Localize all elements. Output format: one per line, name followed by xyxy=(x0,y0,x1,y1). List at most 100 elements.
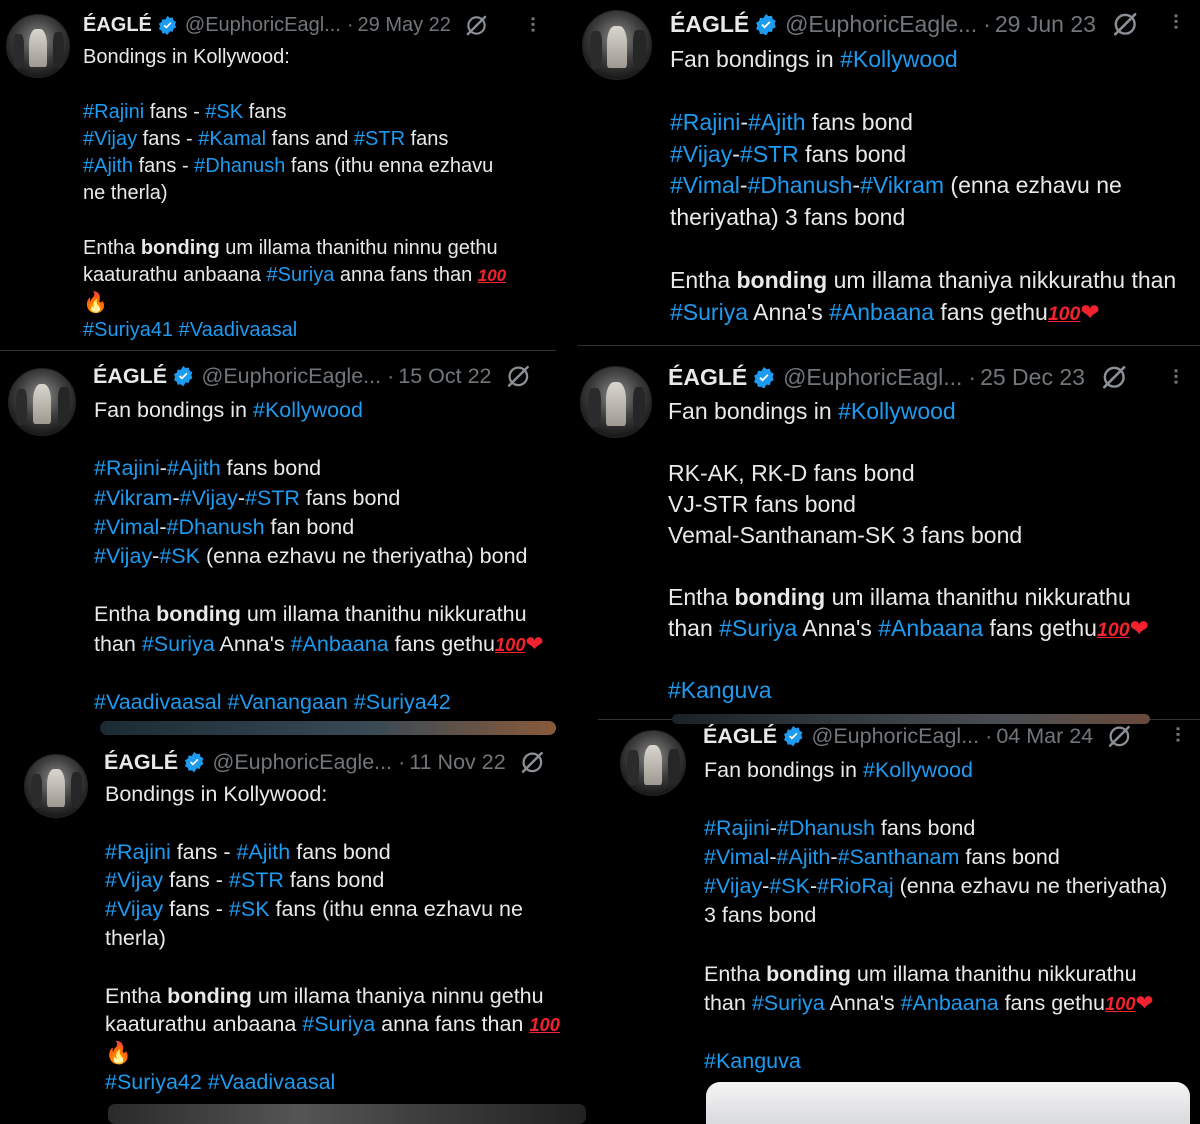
more-dots-icon[interactable]: ··· xyxy=(1164,368,1186,385)
hashtag-link[interactable]: #Vimal xyxy=(94,515,159,539)
hashtag-link[interactable]: #Kollywood xyxy=(840,46,958,72)
hashtag-link[interactable]: #Dhanush xyxy=(748,172,853,198)
hashtag-link[interactable]: #STR xyxy=(740,141,799,167)
hashtag-link[interactable]: #Vijay xyxy=(83,128,137,150)
tweet-card[interactable]: ÉAGLÉ @EuphoricEagl... · 25 Dec 23 ··· Fan bo… xyxy=(578,346,1200,720)
hashtag-link[interactable]: #Anbaana xyxy=(901,991,999,1015)
hashtag-link[interactable]: #Kanguva xyxy=(704,1049,801,1073)
more-dots-icon[interactable]: ··· xyxy=(1164,13,1186,30)
tweet-card[interactable]: ÉAGLÉ @EuphoricEagle... · 29 Jun 23 ··· Fan b… xyxy=(578,0,1200,346)
tweet-date[interactable]: 29 Jun 23 xyxy=(995,11,1096,38)
hashtag-link[interactable]: #Vijay xyxy=(105,897,163,921)
tweet-date[interactable]: 04 Mar 24 xyxy=(996,724,1093,749)
hashtag-link[interactable]: #Dhanush xyxy=(777,816,875,840)
display-name[interactable]: ÉAGLÉ xyxy=(83,14,152,37)
grok-icon[interactable] xyxy=(520,750,545,775)
hashtag-link[interactable]: #Vijay xyxy=(105,868,163,892)
tweet-card[interactable]: ÉAGLÉ @EuphoricEagle... · 15 Oct 22 Fan bond… xyxy=(0,352,556,730)
hashtag-link[interactable]: #Rajini xyxy=(704,816,770,840)
hashtag-link[interactable]: #Suriya41 xyxy=(83,319,173,341)
hashtag-link[interactable]: #Dhanush xyxy=(167,515,265,539)
hashtag-link[interactable]: #Ajith xyxy=(83,155,133,177)
tweet-card[interactable]: ÉAGLÉ @EuphoricEagl... · 04 Mar 24 ··· Fan bo… xyxy=(598,720,1200,1124)
hashtag-link[interactable]: #Kollywood xyxy=(863,758,973,782)
display-name[interactable]: ÉAGLÉ xyxy=(104,750,178,775)
hashtag-link[interactable]: #Vaadivaasal xyxy=(179,319,298,341)
hashtag-link[interactable]: #Vimal xyxy=(704,845,769,869)
hashtag-link[interactable]: #Suriya xyxy=(719,615,797,641)
hashtag-link[interactable]: #Kamal xyxy=(198,128,266,150)
avatar[interactable] xyxy=(620,730,686,796)
hashtag-link[interactable]: #Dhanush xyxy=(194,155,285,177)
user-handle[interactable]: @EuphoricEagl... xyxy=(812,724,980,749)
hashtag-link[interactable]: #Suriya xyxy=(670,299,748,325)
hashtag-link[interactable]: #Kollywood xyxy=(253,398,363,422)
display-name[interactable]: ÉAGLÉ xyxy=(668,364,747,391)
media-preview[interactable] xyxy=(672,714,1150,724)
hashtag-link[interactable]: #Vaadivaasal xyxy=(94,690,222,714)
hashtag-link[interactable]: #SK xyxy=(769,874,810,898)
grok-icon[interactable] xyxy=(1112,11,1138,37)
display-name[interactable]: ÉAGLÉ xyxy=(670,11,749,38)
hashtag-link[interactable]: #Santhanam xyxy=(837,845,959,869)
avatar[interactable] xyxy=(6,14,70,78)
hashtag-link[interactable]: #Vijay xyxy=(94,544,152,568)
hashtag-link[interactable]: #Vikram xyxy=(94,486,172,510)
hashtag-link[interactable]: #Vijay xyxy=(180,486,238,510)
hashtag-link[interactable]: #STR xyxy=(229,868,284,892)
hashtag-link[interactable]: #Vikram xyxy=(860,172,944,198)
grok-icon[interactable] xyxy=(1107,724,1132,749)
hashtag-link[interactable]: #Anbaana xyxy=(878,615,983,641)
hashtag-link[interactable]: #Vijay xyxy=(704,874,762,898)
display-name[interactable]: ÉAGLÉ xyxy=(703,724,777,749)
avatar[interactable] xyxy=(8,368,76,436)
more-dots-icon[interactable]: ··· xyxy=(521,16,543,33)
hashtag-link[interactable]: #Ajith xyxy=(167,456,221,480)
avatar[interactable] xyxy=(580,366,652,438)
avatar[interactable] xyxy=(24,754,88,818)
hashtag-link[interactable]: #SK xyxy=(159,544,200,568)
hashtag-link[interactable]: #Rajini xyxy=(83,101,144,123)
hashtag-link[interactable]: #Vimal xyxy=(670,172,740,198)
hashtag-link[interactable]: #Suriya xyxy=(267,264,335,286)
tweet-card[interactable]: ÉAGLÉ @EuphoricEagl... · 29 May 22 ··· Bondin… xyxy=(0,0,556,352)
hashtag-link[interactable]: #SK xyxy=(229,897,270,921)
hashtag-link[interactable]: #Kollywood xyxy=(838,398,956,424)
hashtag-link[interactable]: #Suriya xyxy=(142,632,215,656)
hashtag-link[interactable]: #Suriya42 xyxy=(354,690,451,714)
hashtag-link[interactable]: #SK xyxy=(205,101,243,123)
media-preview[interactable] xyxy=(100,721,556,735)
hashtag-link[interactable]: #Suriya xyxy=(302,1012,375,1036)
hashtag-link[interactable]: #RioRaj xyxy=(817,874,893,898)
user-handle[interactable]: @EuphoricEagle... xyxy=(213,750,393,775)
media-preview[interactable] xyxy=(108,1104,586,1124)
grok-icon[interactable] xyxy=(1101,364,1127,390)
hashtag-link[interactable]: #Vanangaan xyxy=(227,690,347,714)
tweet-date[interactable]: 29 May 22 xyxy=(358,14,451,37)
hashtag-link[interactable]: #Anbaana xyxy=(829,299,934,325)
grok-icon[interactable] xyxy=(465,14,488,37)
tweet-date[interactable]: 15 Oct 22 xyxy=(398,364,491,389)
hashtag-link[interactable]: #Ajith xyxy=(236,840,290,864)
user-handle[interactable]: @EuphoricEagl... xyxy=(783,364,962,391)
grok-icon[interactable] xyxy=(506,364,531,389)
user-handle[interactable]: @EuphoricEagl... xyxy=(185,14,341,37)
hashtag-link[interactable]: #Suriya42 xyxy=(105,1070,202,1094)
user-handle[interactable]: @EuphoricEagle... xyxy=(202,364,382,389)
hashtag-link[interactable]: #Rajini xyxy=(94,456,160,480)
hashtag-link[interactable]: #Ajith xyxy=(777,845,831,869)
hashtag-link[interactable]: #Rajini xyxy=(105,840,171,864)
hashtag-link[interactable]: #Vijay xyxy=(670,141,732,167)
tweet-date[interactable]: 11 Nov 22 xyxy=(409,750,505,775)
hashtag-link[interactable]: #STR xyxy=(245,486,300,510)
tweet-date[interactable]: 25 Dec 23 xyxy=(980,364,1085,391)
user-handle[interactable]: @EuphoricEagle... xyxy=(785,11,977,38)
media-preview[interactable] xyxy=(706,1082,1190,1124)
hashtag-link[interactable]: #Ajith xyxy=(748,109,806,135)
hashtag-link[interactable]: #Anbaana xyxy=(291,632,389,656)
tweet-card[interactable]: ÉAGLÉ @EuphoricEagle... · 11 Nov 22 Bondings… xyxy=(0,730,590,1124)
hashtag-link[interactable]: #Kanguva xyxy=(668,677,772,703)
hashtag-link[interactable]: #Vaadivaasal xyxy=(208,1070,336,1094)
more-dots-icon[interactable]: ··· xyxy=(1166,726,1188,743)
display-name[interactable]: ÉAGLÉ xyxy=(93,364,167,389)
